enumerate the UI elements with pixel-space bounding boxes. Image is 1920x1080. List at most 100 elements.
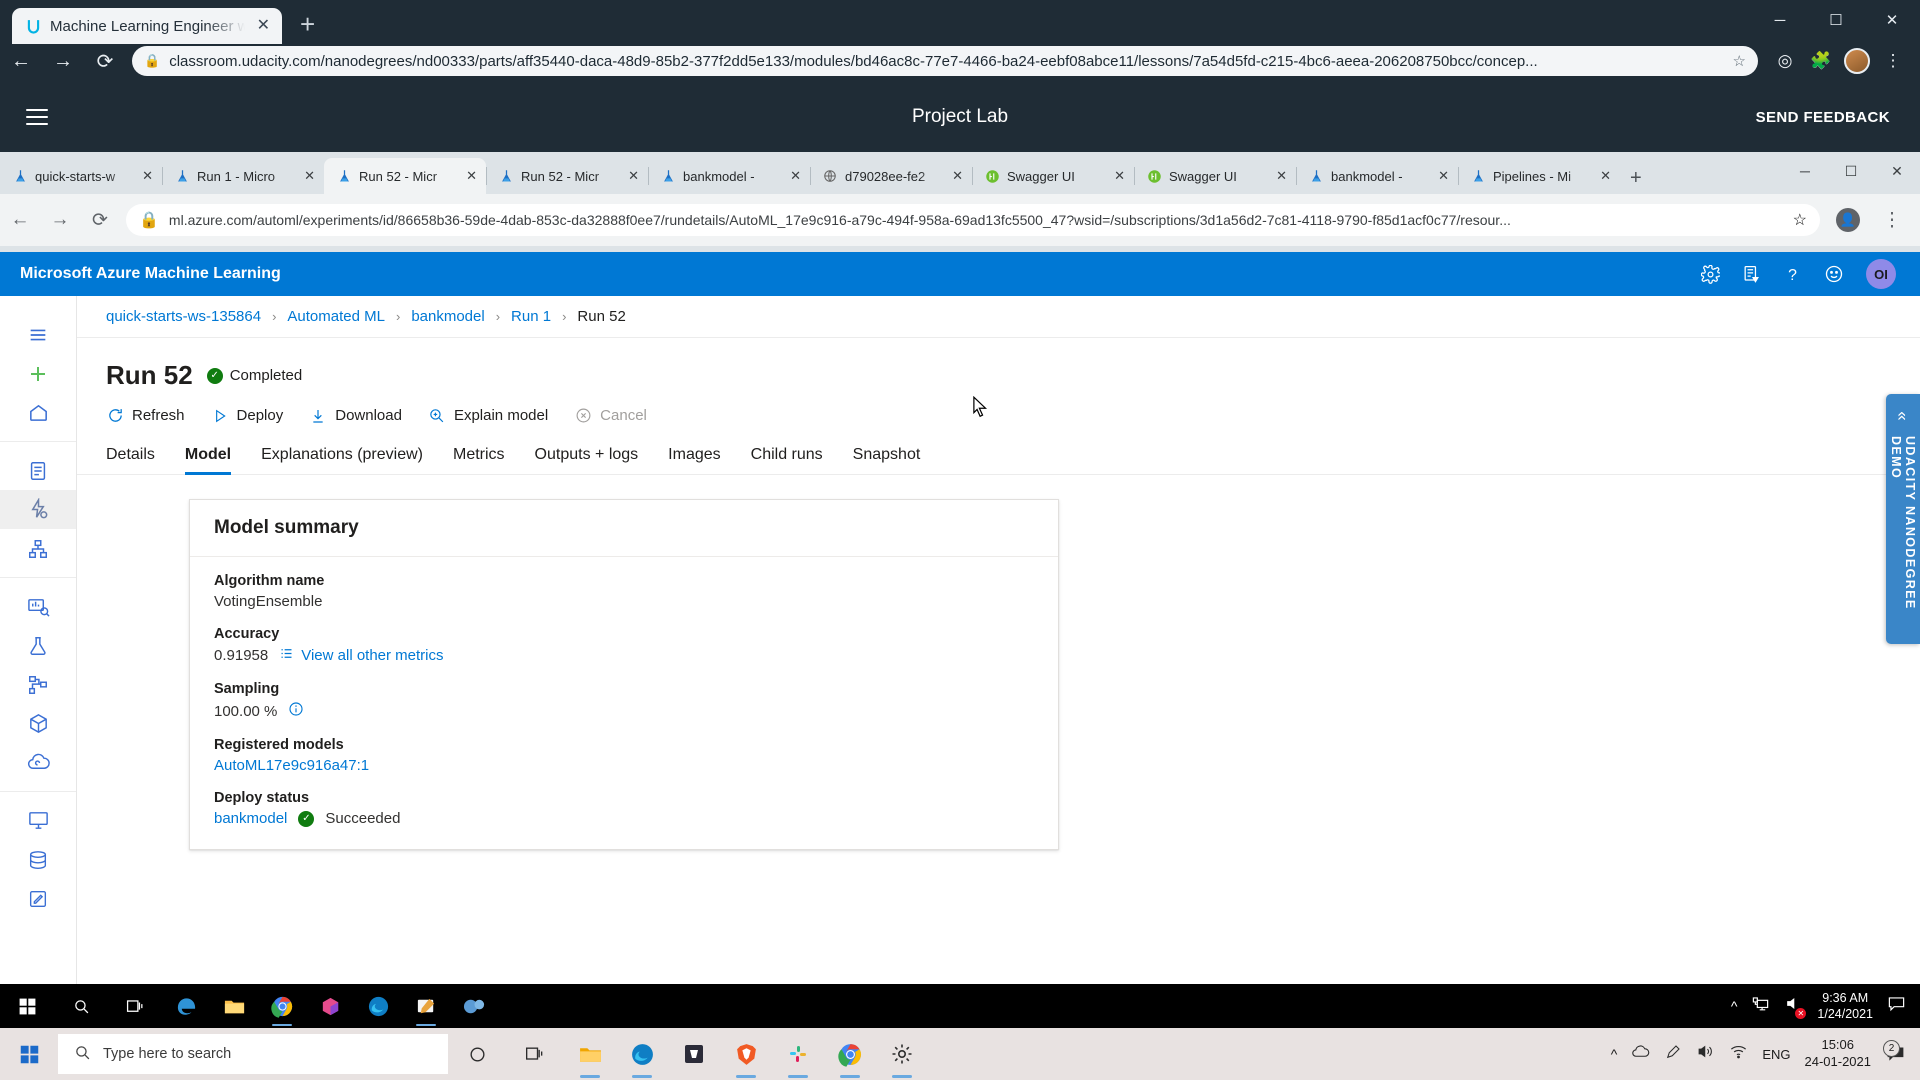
gear-icon[interactable] <box>1701 264 1720 284</box>
slack-icon[interactable] <box>772 1028 824 1080</box>
brave-icon[interactable] <box>720 1028 772 1080</box>
view-all-other-metrics-link[interactable]: View all other metrics <box>279 646 444 665</box>
inner-browser-tab[interactable]: bankmodel - ✕ <box>1296 158 1458 194</box>
close-icon[interactable]: ✕ <box>1433 168 1454 184</box>
cortana-circle-icon[interactable] <box>448 1028 506 1080</box>
settings-gear-icon[interactable] <box>876 1028 928 1080</box>
windows-start-icon[interactable] <box>0 1028 58 1080</box>
inner-browser-tab[interactable]: Swagger UI ✕ <box>1134 158 1296 194</box>
command-download[interactable]: Download <box>309 407 402 424</box>
search-input[interactable]: Type here to search <box>58 1034 448 1074</box>
breadcrumb-item[interactable]: Run 1 <box>511 308 551 325</box>
tab-outputs-logs[interactable]: Outputs + logs <box>535 446 639 474</box>
sidebar-item-home[interactable] <box>0 393 76 432</box>
sidebar-item-notebooks[interactable] <box>0 451 76 490</box>
close-icon[interactable]: ✕ <box>623 168 644 184</box>
new-tab-button[interactable]: + <box>1630 167 1642 190</box>
task-view-icon[interactable] <box>506 1028 564 1080</box>
bookmark-star-icon[interactable]: ☆ <box>1793 210 1807 230</box>
wifi-icon[interactable] <box>1729 1042 1748 1066</box>
sidebar-item-datastores[interactable] <box>0 840 76 879</box>
sidebar-item-endpoints[interactable] <box>0 743 76 782</box>
hamburger-menu-icon[interactable] <box>26 109 48 125</box>
sidebar-item-compute[interactable] <box>0 801 76 840</box>
onedrive-icon[interactable] <box>1631 1042 1650 1066</box>
sidebar-item-labeling[interactable] <box>0 879 76 918</box>
tab-explanations-preview[interactable]: Explanations (preview) <box>261 446 423 474</box>
breadcrumb-item[interactable]: quick-starts-ws-135864 <box>106 308 261 325</box>
new-tab-button[interactable]: + <box>300 11 315 37</box>
show-hidden-icon[interactable]: ^ <box>1731 998 1738 1014</box>
snip-sketch-icon[interactable] <box>402 984 450 1028</box>
command-refresh[interactable]: Refresh <box>106 407 185 424</box>
double-chevron-icon[interactable]: « <box>1893 411 1913 420</box>
close-icon[interactable]: ✕ <box>253 16 274 36</box>
browser-menu-icon[interactable]: ⋮ <box>1876 44 1910 78</box>
inner-browser-tab[interactable]: Pipelines - Mi ✕ <box>1458 158 1620 194</box>
network-icon[interactable] <box>1751 994 1770 1018</box>
chrome-icon[interactable] <box>258 984 306 1028</box>
paint3d-icon[interactable] <box>306 984 354 1028</box>
microsoft-store-icon[interactable] <box>668 1028 720 1080</box>
inner-browser-tab[interactable]: Run 1 - Micro ✕ <box>162 158 324 194</box>
deployment-name-link[interactable]: bankmodel <box>214 810 287 827</box>
breadcrumb-item[interactable]: bankmodel <box>411 308 484 325</box>
close-icon[interactable]: ✕ <box>461 168 482 184</box>
forward-icon[interactable]: → <box>40 194 80 246</box>
inner-clock[interactable]: 9:36 AM 1/24/2021 <box>1817 990 1873 1023</box>
tab-images[interactable]: Images <box>668 446 720 474</box>
windows-start-icon[interactable] <box>0 984 54 1028</box>
close-icon[interactable]: ✕ <box>1595 168 1616 184</box>
maximize-button[interactable]: ☐ <box>1808 0 1864 40</box>
sidebar-item-experiments[interactable] <box>0 626 76 665</box>
action-center-icon[interactable]: 2 <box>1883 1039 1906 1065</box>
show-hidden-icon[interactable]: ^ <box>1611 1046 1618 1062</box>
inner-browser-tab[interactable]: Run 52 - Micr ✕ <box>324 158 486 194</box>
language-indicator[interactable]: ENG <box>1762 1047 1790 1062</box>
teams-icon[interactable] <box>450 984 498 1028</box>
registered-model-link[interactable]: AutoML17e9c916a47:1 <box>214 757 369 774</box>
tab-details[interactable]: Details <box>106 446 155 474</box>
file-explorer-icon[interactable] <box>564 1028 616 1080</box>
close-window-button[interactable]: ✕ <box>1874 152 1920 190</box>
inner-browser-tab[interactable]: quick-starts-w ✕ <box>0 158 162 194</box>
chrome-icon[interactable] <box>824 1028 876 1080</box>
avatar[interactable]: OI <box>1866 259 1896 289</box>
sidebar-item-menu[interactable] <box>0 315 76 354</box>
tab-child-runs[interactable]: Child runs <box>751 446 823 474</box>
close-icon[interactable]: ✕ <box>947 168 968 184</box>
feedback-note-icon[interactable] <box>1742 265 1761 284</box>
reload-icon[interactable]: ⟳ <box>84 40 126 82</box>
volume-icon[interactable] <box>1696 1042 1715 1066</box>
tab-model[interactable]: Model <box>184 446 232 475</box>
close-icon[interactable]: ✕ <box>1109 168 1130 184</box>
minimize-button[interactable]: ─ <box>1782 152 1828 190</box>
outer-browser-tab[interactable]: Machine Learning Engineer with ✕ <box>12 8 282 44</box>
close-icon[interactable]: ✕ <box>785 168 806 184</box>
inner-url-bar[interactable]: 🔒 ml.azure.com/automl/experiments/id/866… <box>126 204 1820 236</box>
sidebar-item-datasets[interactable] <box>0 587 76 626</box>
outer-clock[interactable]: 15:06 24-01-2021 <box>1805 1037 1872 1070</box>
command-explain-model[interactable]: Explain model <box>428 407 548 424</box>
action-center-icon[interactable] <box>1887 994 1906 1018</box>
edge-legacy-icon[interactable] <box>162 984 210 1028</box>
volume-muted-icon[interactable]: ✕ <box>1784 994 1807 1019</box>
sidebar-item-new[interactable] <box>0 354 76 393</box>
inner-browser-tab[interactable]: Run 52 - Micr ✕ <box>486 158 648 194</box>
edge-chromium-icon[interactable] <box>354 984 402 1028</box>
close-icon[interactable]: ✕ <box>137 168 158 184</box>
search-icon[interactable] <box>54 984 108 1028</box>
bookmark-star-icon[interactable]: ☆ <box>1733 52 1746 70</box>
close-window-button[interactable]: ✕ <box>1864 0 1920 40</box>
back-icon[interactable]: ← <box>0 194 40 246</box>
inner-browser-tab[interactable]: d79028ee-fe2 ✕ <box>810 158 972 194</box>
breadcrumb-item[interactable]: Automated ML <box>287 308 385 325</box>
brave-shields-icon[interactable]: ◎ <box>1768 44 1802 78</box>
udacity-demo-panel[interactable]: « UDACITY NANODEGREE DEMO <box>1886 394 1920 644</box>
outer-url-bar[interactable]: 🔒 classroom.udacity.com/nanodegrees/nd00… <box>132 46 1758 76</box>
info-circle-icon[interactable] <box>288 701 304 721</box>
close-icon[interactable]: ✕ <box>299 168 320 184</box>
help-question-icon[interactable]: ? <box>1783 265 1802 284</box>
profile-avatar-icon[interactable]: 👤 <box>1828 194 1868 246</box>
inner-browser-tab[interactable]: Swagger UI ✕ <box>972 158 1134 194</box>
